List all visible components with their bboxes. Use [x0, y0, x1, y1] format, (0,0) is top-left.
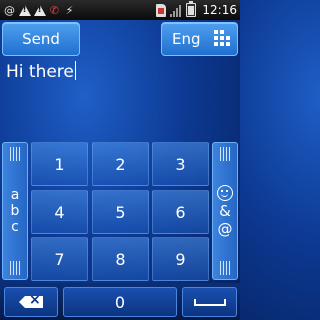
key-2[interactable]: 2	[92, 142, 149, 186]
backspace-button[interactable]	[4, 287, 58, 317]
language-button[interactable]: Eng	[161, 22, 238, 56]
abc-letter: a	[10, 187, 20, 203]
ampersand-symbol: &	[219, 201, 231, 220]
key-6[interactable]: 6	[152, 190, 209, 234]
key-5[interactable]: 5	[92, 190, 149, 234]
missed-call-icon: ✆	[49, 3, 60, 17]
warning-icon	[18, 3, 31, 17]
status-bar: @ ✆ ⚡ 12:16	[0, 0, 240, 20]
space-button[interactable]	[182, 287, 237, 317]
key-7[interactable]: 7	[31, 237, 88, 281]
warning-icon	[33, 3, 46, 17]
smiley-icon	[217, 184, 233, 201]
key-3[interactable]: 3	[152, 142, 209, 186]
key-9[interactable]: 9	[152, 237, 209, 281]
grip-icon	[10, 147, 20, 161]
keyboard-layout-icon	[214, 30, 232, 46]
abc-mode-button[interactable]: a b c	[2, 142, 28, 280]
space-icon	[193, 298, 226, 306]
grip-icon	[220, 147, 230, 161]
sim-icon	[154, 3, 167, 17]
abc-label: a b c	[11, 187, 20, 235]
key-0[interactable]: 0	[63, 287, 177, 317]
message-input[interactable]: Hi there	[0, 58, 240, 138]
usb-icon: ⚡	[65, 3, 74, 17]
abc-letter: c	[11, 219, 19, 235]
battery-icon	[184, 1, 197, 17]
key-8[interactable]: 8	[92, 237, 149, 281]
key-4[interactable]: 4	[31, 190, 88, 234]
status-time: 12:16	[202, 3, 237, 17]
grip-icon	[220, 261, 230, 275]
send-button-label: Send	[22, 30, 60, 48]
send-button[interactable]: Send	[2, 22, 80, 56]
grip-icon	[10, 261, 20, 275]
text-cursor	[74, 61, 76, 80]
at-symbol: @	[217, 219, 233, 238]
key-1[interactable]: 1	[31, 142, 88, 186]
symbols-mode-button[interactable]: & @	[212, 142, 238, 280]
signal-icon	[169, 3, 182, 17]
message-text: Hi there	[6, 62, 74, 82]
abc-letter: b	[10, 203, 20, 219]
language-button-label: Eng	[172, 30, 201, 48]
backspace-icon	[19, 292, 43, 308]
symbols-label: & @	[217, 184, 233, 238]
at-icon: @	[4, 3, 15, 17]
